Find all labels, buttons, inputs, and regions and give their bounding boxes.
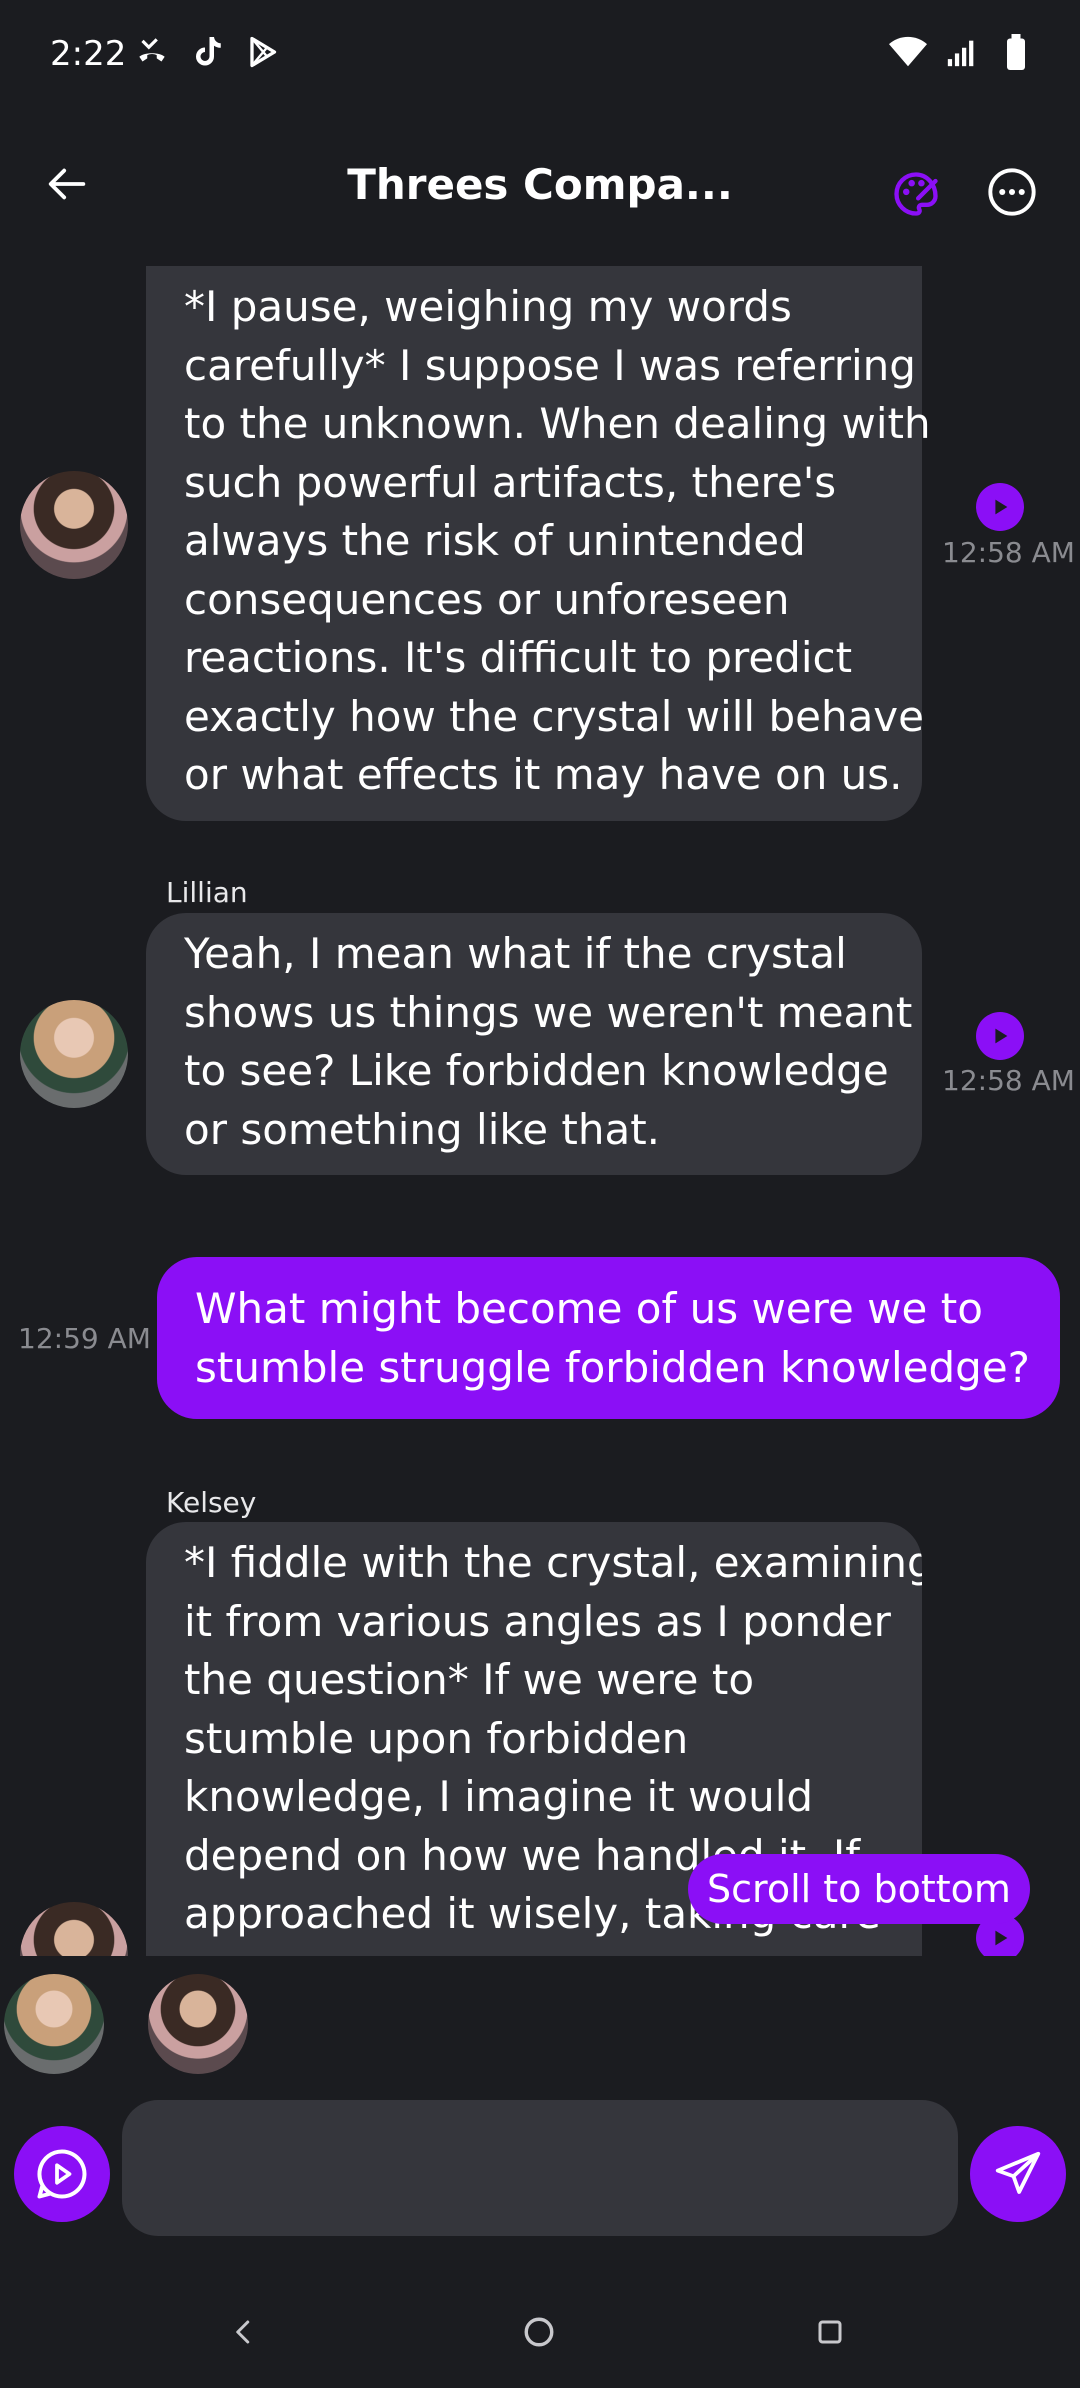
scroll-to-bottom-button[interactable]: Scroll to bottom [688, 1854, 1030, 1924]
back-arrow-icon [48, 168, 86, 200]
theme-button[interactable] [884, 162, 948, 226]
participants-strip [0, 1970, 1080, 2080]
play-voice-button[interactable] [976, 483, 1024, 531]
play-voice-button[interactable] [976, 1012, 1024, 1060]
message-list[interactable]: *I pause, weighing my words carefully* I… [0, 266, 1080, 1956]
more-options-button[interactable] [982, 162, 1042, 222]
sender-name: Kelsey [166, 1486, 257, 1519]
system-icons [888, 32, 1036, 72]
nav-recents-icon [818, 2320, 842, 2344]
chat-title: Threes Compa... [347, 160, 733, 209]
message-line: shows us things we weren't meant [184, 987, 913, 1037]
message-bubble[interactable]: *I pause, weighing my words carefully* I… [146, 266, 931, 821]
nav-home-icon [524, 2317, 554, 2347]
message-line: Yeah, I mean what if the crystal [184, 929, 847, 978]
chat-header: Threes Compa... [0, 130, 1080, 250]
message-bubble[interactable]: Yeah, I mean what if the crystal shows u… [146, 913, 922, 1175]
message-input[interactable] [122, 2100, 958, 2236]
message-line: What might become of us were we to [195, 1284, 983, 1333]
message-line: carefully* I suppose I was referring [184, 340, 916, 390]
status-time: 2:22 [50, 34, 127, 74]
missed-call-icon [132, 32, 172, 72]
participant-avatar[interactable] [4, 1974, 104, 2074]
play-icon [995, 1028, 1008, 1044]
message-line: such powerful artifacts, there's [184, 457, 837, 507]
message-line: always the risk of unintended [184, 516, 806, 565]
nav-home-button[interactable] [509, 2302, 569, 2362]
back-button[interactable] [36, 152, 100, 216]
play-icon [995, 499, 1008, 515]
play-store-icon [244, 32, 284, 72]
message-line: stumble upon forbidden [184, 1713, 689, 1763]
message-line: stumble struggle forbidden knowledge? [195, 1342, 1030, 1392]
message-line: or what effects it may have on us. [184, 750, 903, 799]
message-line: knowledge, I imagine it would [184, 1772, 814, 1821]
message-line: reactions. It's difficult to predict [184, 633, 853, 682]
more-icon [988, 168, 1036, 216]
nav-back-button[interactable] [214, 2302, 274, 2362]
message-bubble-own[interactable]: What might become of us were we to stumb… [157, 1257, 1060, 1419]
wifi-icon [888, 32, 928, 72]
send-icon [995, 2151, 1041, 2194]
signal-icon [942, 32, 982, 72]
message-line: exactly how the crystal will behave [184, 691, 925, 741]
message-line: it from various angles as I ponder [184, 1596, 891, 1646]
message-line: consequences or unforeseen [184, 574, 790, 624]
voice-chat-icon [37, 2149, 87, 2199]
avatar[interactable] [20, 471, 128, 579]
notification-icons [132, 32, 284, 72]
tiktok-icon [188, 32, 228, 72]
nav-recents-button[interactable] [800, 2302, 860, 2362]
message-line: *I fiddle with the crystal, examining [184, 1538, 922, 1587]
message-time: 12:58 AM [942, 1064, 1075, 1097]
voice-mode-button[interactable] [14, 2126, 110, 2222]
message-time: 12:59 AM [18, 1322, 151, 1355]
sender-name: Lillian [166, 876, 248, 909]
status-bar: 2:22 [0, 0, 1080, 110]
message-line: or something like that. [184, 1104, 661, 1154]
play-icon [995, 1930, 1008, 1946]
system-nav-bar [0, 2290, 1080, 2370]
avatar[interactable] [20, 1000, 128, 1108]
battery-icon [996, 32, 1036, 72]
avatar[interactable] [20, 1902, 128, 1956]
message-line: the question* If we were to [184, 1655, 755, 1704]
palette-icon [894, 172, 938, 216]
message-line: to the unknown. When dealing with [184, 399, 931, 448]
message-line: *I pause, weighing my words [184, 282, 792, 331]
nav-back-icon [236, 2320, 250, 2344]
message-time: 12:58 AM [942, 536, 1075, 569]
send-button[interactable] [970, 2126, 1066, 2222]
message-line: to see? Like forbidden knowledge [184, 1046, 889, 1095]
participant-avatar[interactable] [148, 1974, 248, 2074]
